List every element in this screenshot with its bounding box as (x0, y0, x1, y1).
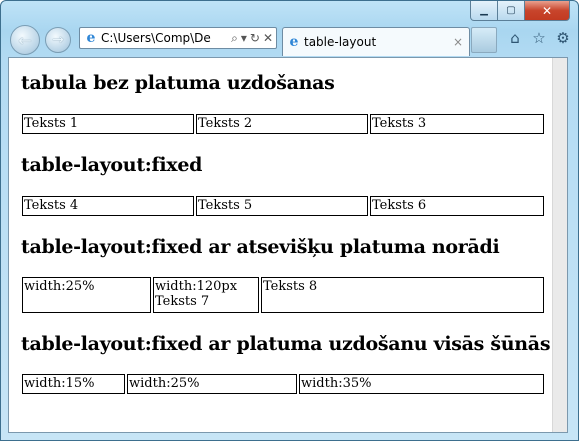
section-heading-3: table-layout:fixed ar atsevišķu platuma … (21, 236, 500, 258)
dropdown-icon[interactable]: ▾ (241, 31, 247, 46)
caption-buttons: ▁ ▢ ✕ (470, 1, 570, 21)
address-tools: ⌕ ▾ ↻ ✕ (228, 31, 276, 46)
ie-icon: e (289, 34, 299, 50)
vertical-scrollbar[interactable] (552, 58, 567, 432)
back-arrow-icon: ← (18, 30, 32, 50)
table-cell: width:120px Teksts 7 (153, 277, 259, 313)
table-cell: Teksts 2 (196, 114, 368, 134)
search-icon[interactable]: ⌕ (231, 31, 238, 46)
table-cell: Teksts 6 (370, 196, 544, 216)
table-1: Teksts 1 Teksts 2 Teksts 3 (22, 114, 544, 134)
table-cell: Teksts 3 (370, 114, 544, 134)
page-body: tabula bez platuma uzdošanas Teksts 1 Te… (9, 58, 553, 432)
table-cell: Teksts 5 (196, 196, 368, 216)
tab-table-layout[interactable]: e table-layout × (282, 27, 470, 56)
section-heading-4: table-layout:fixed ar platuma uzdošanu v… (21, 333, 551, 355)
address-input[interactable]: C:\Users\Comp\De (101, 31, 228, 45)
minimize-button[interactable]: ▁ (470, 1, 498, 21)
page-viewport: tabula bez platuma uzdošanas Teksts 1 Te… (8, 57, 568, 433)
section-heading-2: table-layout:fixed (21, 154, 203, 176)
table-cell: width:25% (22, 277, 151, 313)
maximize-button[interactable]: ▢ (498, 1, 525, 21)
table-2: Teksts 4 Teksts 5 Teksts 6 (22, 196, 544, 216)
tab-title: table-layout (304, 35, 377, 49)
stop-icon[interactable]: ✕ (263, 31, 273, 46)
command-icons: ⌂ ☆ ⚙ (506, 29, 572, 47)
section-heading-1: tabula bez platuma uzdošanas (21, 72, 335, 94)
address-bar[interactable]: e C:\Users\Comp\De ⌕ ▾ ↻ ✕ (79, 27, 277, 49)
table-cell: width:35% (299, 374, 544, 394)
back-button[interactable]: ← (10, 25, 40, 55)
home-icon[interactable]: ⌂ (506, 29, 524, 47)
table-cell: Teksts 1 (22, 114, 194, 134)
forward-button[interactable]: → (45, 27, 71, 53)
close-window-button[interactable]: ✕ (525, 1, 570, 21)
forward-arrow-icon: → (52, 32, 64, 48)
table-3: width:25% width:120px Teksts 7 Teksts 8 (22, 277, 544, 313)
table-cell: width:25% (127, 374, 297, 394)
table-cell: width:15% (22, 374, 125, 394)
ie-icon: e (86, 30, 96, 46)
browser-window: ▁ ▢ ✕ ← → e C:\Users\Comp\De ⌕ ▾ ↻ ✕ e t… (0, 0, 579, 441)
refresh-icon[interactable]: ↻ (250, 31, 260, 46)
new-tab-button[interactable] (471, 27, 497, 53)
tab-close-icon[interactable]: × (453, 35, 463, 49)
star-icon[interactable]: ☆ (530, 29, 548, 47)
table-4: width:15% width:25% width:35% (22, 374, 544, 394)
gear-icon[interactable]: ⚙ (554, 29, 572, 47)
navigation-toolbar: ← → e C:\Users\Comp\De ⌕ ▾ ↻ ✕ e table-l… (1, 21, 578, 57)
table-cell: Teksts 4 (22, 196, 194, 216)
table-cell: Teksts 8 (261, 277, 544, 313)
